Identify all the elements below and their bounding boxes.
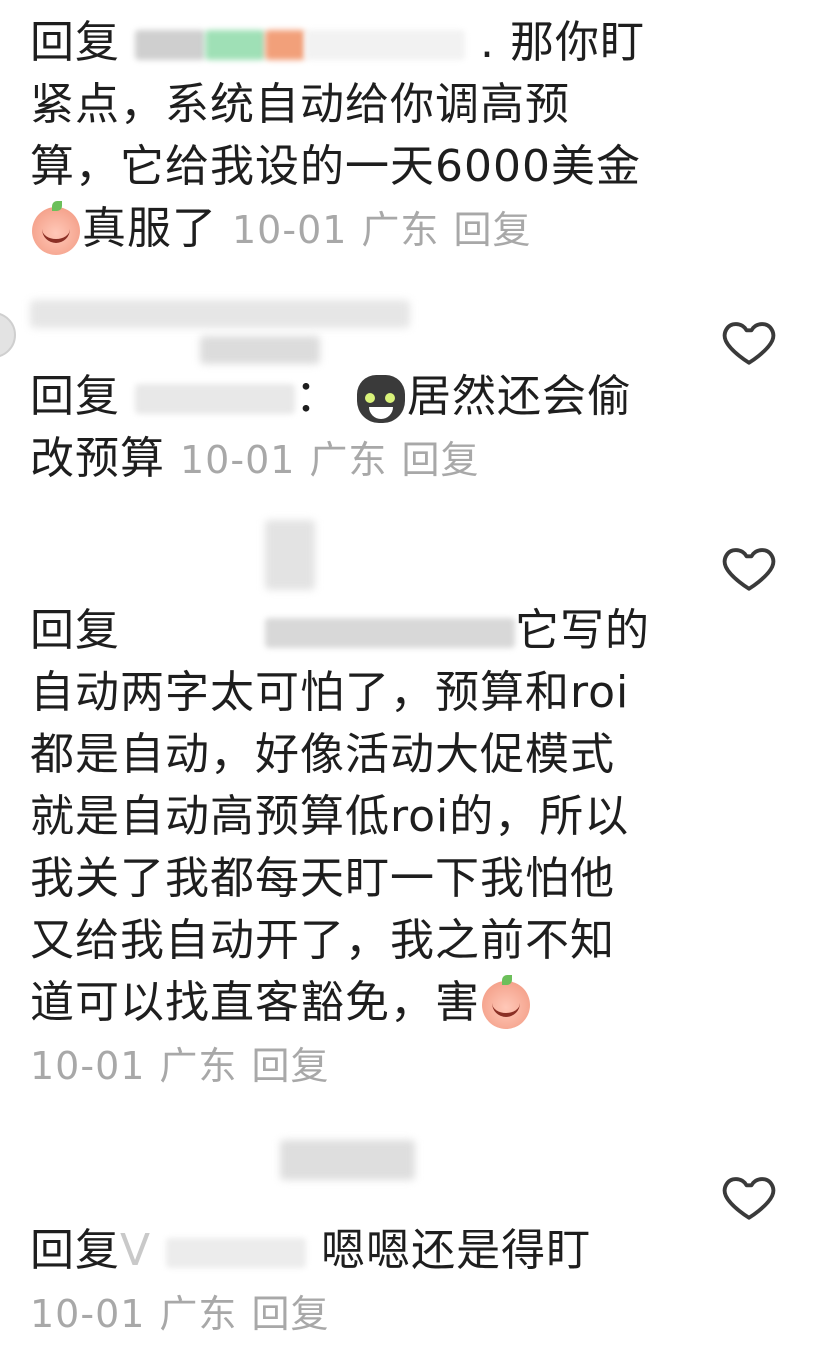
reply-separator: ： xyxy=(295,371,340,422)
blurred-username xyxy=(200,336,320,364)
blurred-username xyxy=(265,618,515,648)
cat-emoji xyxy=(357,375,405,423)
comment-location: 广东 xyxy=(309,438,388,482)
comment-meta: 10-01 广东 回复 xyxy=(30,1292,329,1336)
comment-meta: 10-01 广东 回复 xyxy=(232,208,531,252)
comment-location: 广东 xyxy=(361,208,440,252)
blurred-username xyxy=(265,520,315,590)
comment-location: 广东 xyxy=(159,1292,238,1336)
avatar[interactable] xyxy=(0,312,16,358)
reply-link[interactable]: 回复 xyxy=(401,438,479,482)
reply-prefix: 回复 xyxy=(30,605,120,656)
comment-text-tail: 真服了 xyxy=(82,203,217,254)
comment-date: 10-01 xyxy=(180,438,296,482)
reply-prefix: 回复 xyxy=(30,17,120,68)
blurred-username xyxy=(135,618,265,648)
comment-location: 广东 xyxy=(159,1044,238,1088)
reply-link[interactable]: 回复 xyxy=(453,208,531,252)
heart-outline-icon[interactable] xyxy=(720,538,778,596)
blurred-username xyxy=(30,300,410,328)
blurred-username xyxy=(265,30,305,60)
comment-meta: 10-01 广东 回复 xyxy=(30,1044,329,1088)
heart-outline-icon[interactable] xyxy=(720,1167,778,1225)
blurred-username xyxy=(166,1238,307,1268)
blurred-username xyxy=(305,30,465,60)
comment-meta: 10-01 广东 回复 xyxy=(180,438,479,482)
comment-3-body: 回复 它写的自动两字太可怕了，预算和roi都是自动，好像活动大促模式就是自动高预… xyxy=(30,600,650,1097)
blurred-username xyxy=(280,1140,415,1180)
comment-date: 10-01 xyxy=(30,1044,146,1088)
blurred-username xyxy=(135,384,295,414)
comment-4-body: 回复V 嗯嗯还是得盯 10-01 广东 回复 xyxy=(30,1220,650,1345)
comment-1-body: 回复 . 那你盯紧点，系统自动给你调高预算，它给我设的一天6000美金真服了 1… xyxy=(30,12,650,261)
comment-text: 嗯嗯还是得盯 xyxy=(321,1225,592,1276)
comment-2-body: 回复 ： 居然还会偷改预算 10-01 广东 回复 xyxy=(30,366,650,491)
comment-date: 10-01 xyxy=(30,1292,146,1336)
peach-laugh-cry-emoji xyxy=(32,201,80,255)
heart-outline-icon[interactable] xyxy=(720,312,778,370)
reply-link[interactable]: 回复 xyxy=(251,1292,329,1336)
reply-prefix-tail: V xyxy=(120,1225,152,1276)
reply-prefix: 回复 xyxy=(30,1225,120,1276)
reply-prefix: 回复 xyxy=(30,371,120,422)
blurred-username xyxy=(135,30,205,60)
comment-date: 10-01 xyxy=(232,208,348,252)
reply-link[interactable]: 回复 xyxy=(251,1044,329,1088)
blurred-username xyxy=(205,30,265,60)
peach-cry-emoji xyxy=(482,975,530,1029)
comment-text: 它写的自动两字太可怕了，预算和roi都是自动，好像活动大促模式就是自动高预算低r… xyxy=(30,605,650,1028)
